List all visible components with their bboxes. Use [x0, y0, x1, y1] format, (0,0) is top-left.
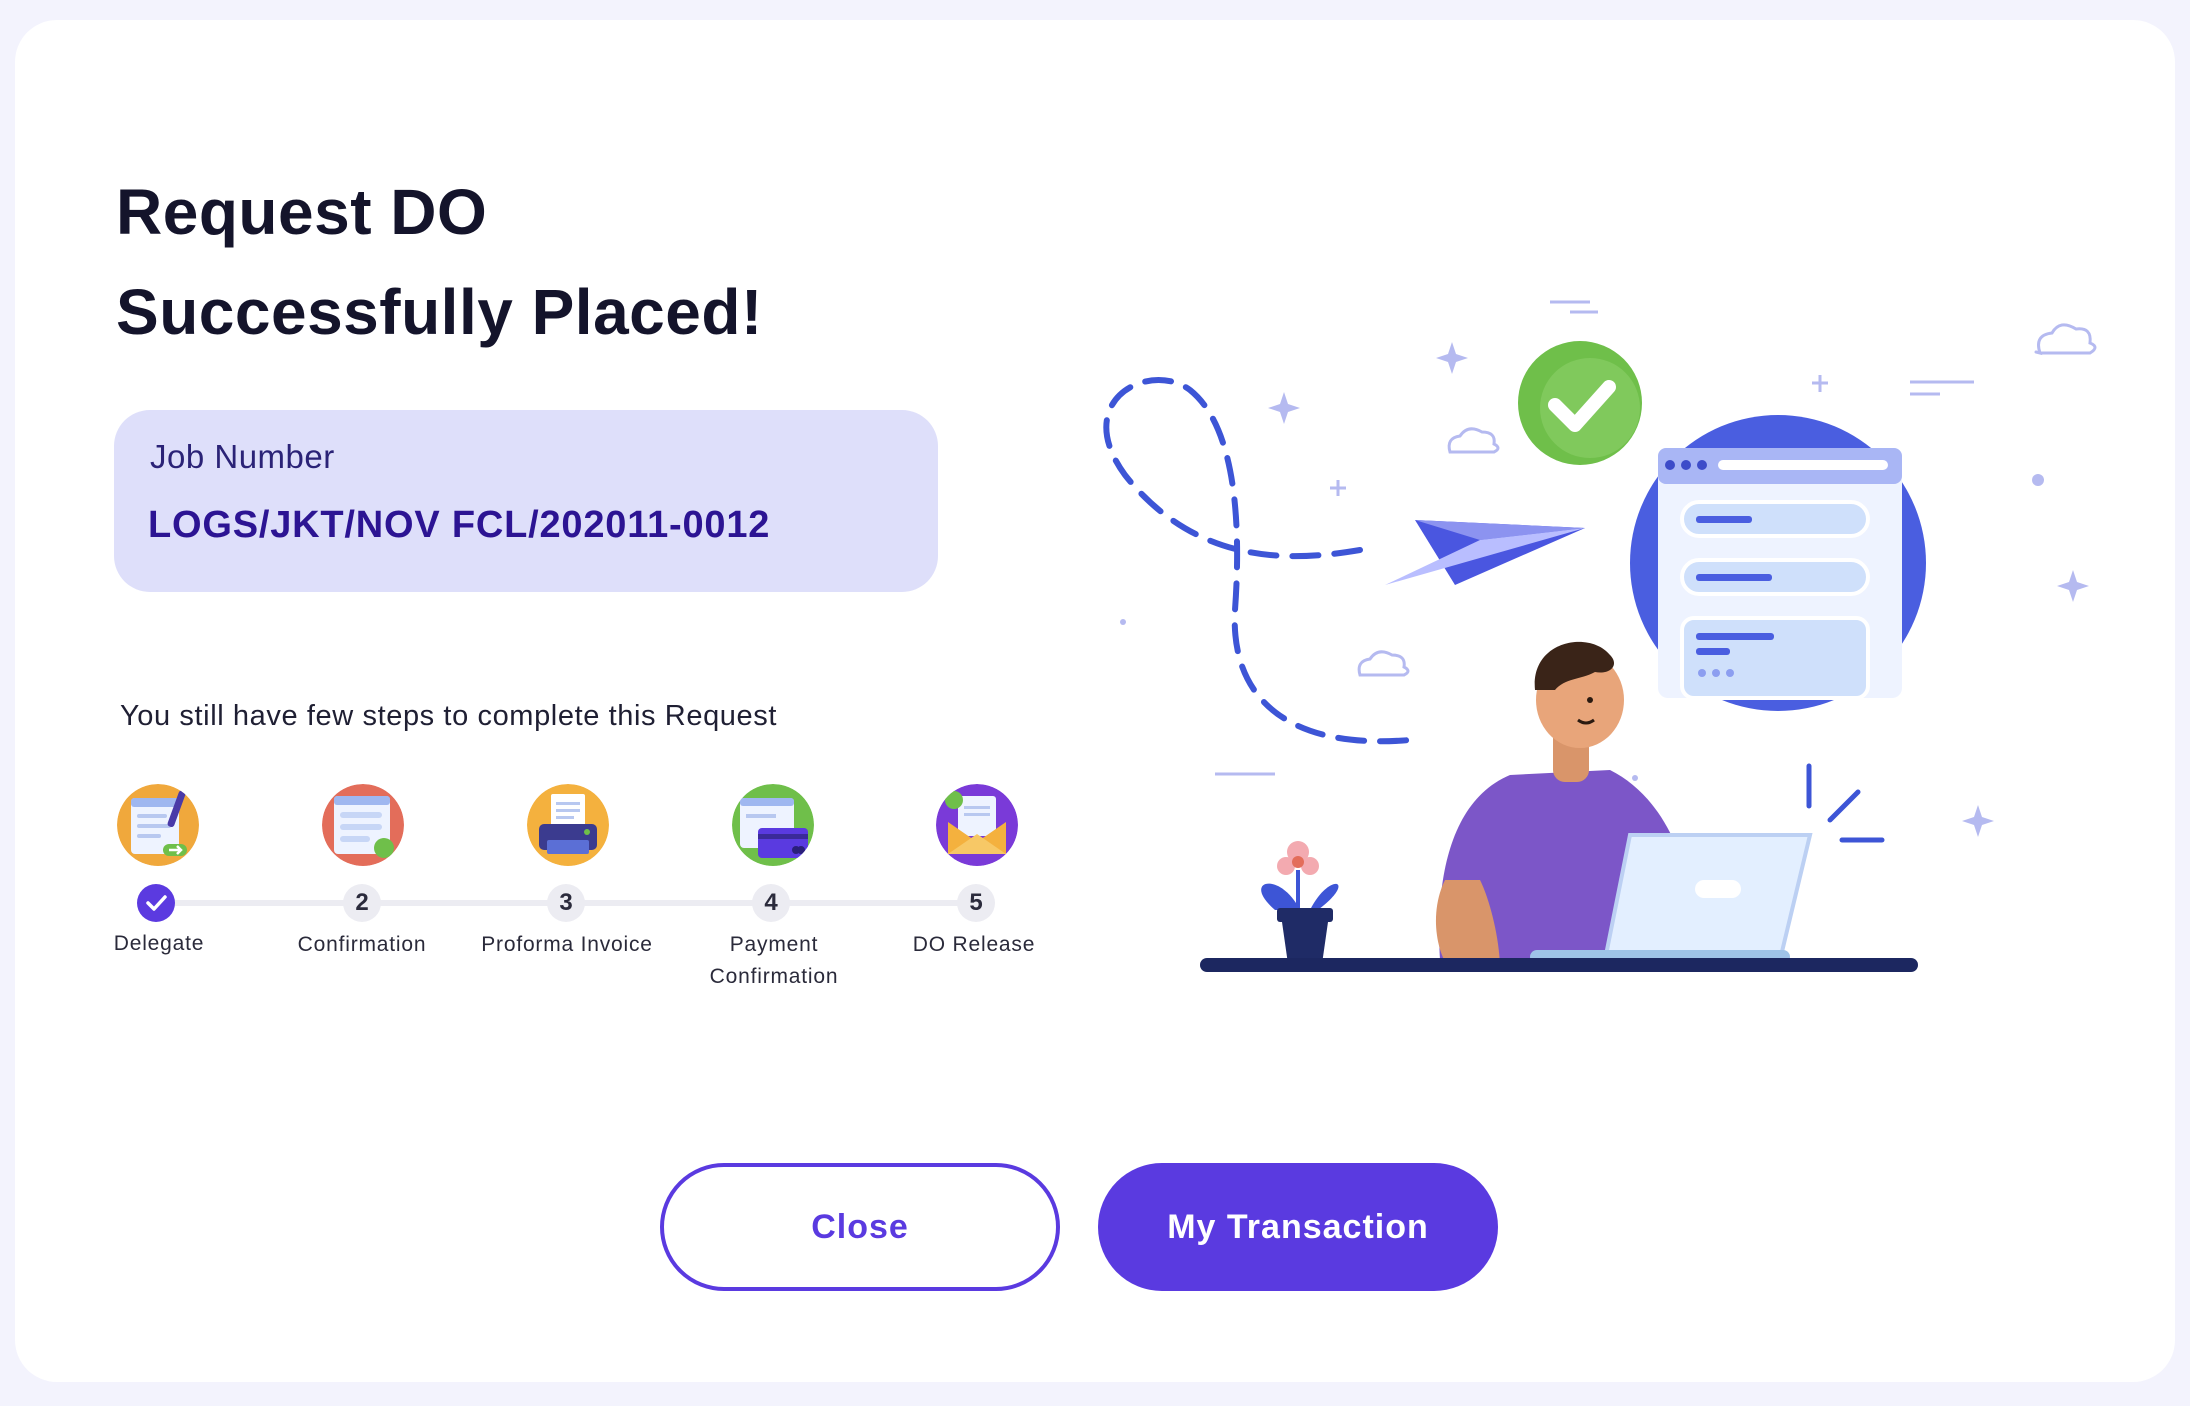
- step-4-label: Payment Confirmation: [709, 933, 839, 988]
- delegate-document-icon: [117, 784, 199, 866]
- close-button[interactable]: Close: [660, 1163, 1060, 1291]
- step-4-node: 4: [752, 884, 790, 922]
- confirmation-document-icon: [322, 784, 404, 866]
- check-badge-icon: [1518, 341, 1642, 465]
- printer-invoice-icon: [527, 784, 609, 866]
- steps-hint: You still have few steps to complete thi…: [120, 700, 778, 732]
- plant-icon: [1261, 841, 1339, 964]
- success-illustration: [1050, 280, 2100, 1000]
- title-line-1: Request DO: [116, 176, 488, 248]
- step-1-label: Delegate: [113, 932, 205, 955]
- step-1-check-node: [137, 884, 175, 922]
- step-2-label: Confirmation: [297, 933, 427, 956]
- paper-plane-icon: [1385, 520, 1585, 585]
- check-icon: [146, 895, 167, 911]
- step-3-label: Proforma Invoice: [481, 933, 653, 956]
- job-number-value: LOGS/JKT/NOV FCL/202011-0012: [148, 504, 771, 546]
- job-number-label: Job Number: [150, 438, 335, 475]
- title-line-2: Successfully Placed!: [116, 276, 763, 348]
- envelope-release-icon: [936, 784, 1018, 866]
- person-laptop-illustration: [1103, 300, 2097, 972]
- step-5-label: DO Release: [912, 933, 1036, 956]
- dialog-title: Request DO Successfully Placed!: [116, 162, 763, 362]
- step-5-node: 5: [957, 884, 995, 922]
- desk-line: [1200, 958, 1918, 972]
- step-3-node: 3: [547, 884, 585, 922]
- my-transaction-button[interactable]: My Transaction: [1098, 1163, 1498, 1291]
- job-number-box: Job Number LOGS/JKT/NOV FCL/202011-0012: [114, 410, 938, 592]
- step-2-node: 2: [343, 884, 381, 922]
- credit-card-icon: [732, 784, 814, 866]
- browser-window-icon: [1658, 448, 1902, 700]
